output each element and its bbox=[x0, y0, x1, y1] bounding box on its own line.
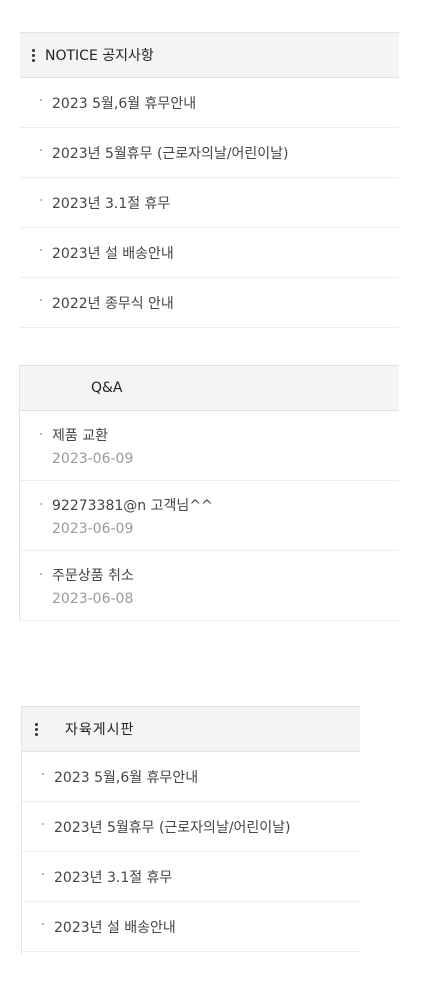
qna-board: Q&A 제품 교환 2023-06-09 92273381@n 고객님^^ 20… bbox=[19, 365, 399, 621]
qna-item-title[interactable]: 92273381@n 고객님^^ bbox=[52, 495, 213, 515]
kebab-menu-icon[interactable] bbox=[35, 722, 39, 736]
notice-item-title[interactable]: 2023년 설 배송안내 bbox=[52, 243, 174, 263]
qna-list-item[interactable]: 주문상품 취소 2023-06-08 bbox=[20, 551, 399, 621]
notice-list-item[interactable]: 2023년 설 배송안내 bbox=[20, 228, 399, 278]
bullet-dot-icon bbox=[40, 199, 42, 201]
free-board: 자육게시판 2023 5월,6월 휴무안내 2023년 5월휴무 (근로자의날/… bbox=[21, 706, 360, 954]
notice-item-title[interactable]: 2023년 5월휴무 (근로자의날/어린이날) bbox=[52, 143, 289, 163]
qna-item-title[interactable]: 제품 교환 bbox=[52, 425, 108, 445]
kebab-menu-icon[interactable] bbox=[32, 48, 36, 62]
free-item-title[interactable]: 2023년 3.1절 휴무 bbox=[54, 867, 172, 887]
notice-header[interactable]: NOTICE 공지사항 bbox=[20, 32, 399, 78]
qna-item-date: 2023-06-08 bbox=[52, 591, 134, 607]
bullet-dot-icon bbox=[40, 99, 42, 101]
bullet-dot-icon bbox=[42, 873, 44, 875]
free-item-title[interactable]: 2023 5월,6월 휴무안내 bbox=[54, 767, 198, 787]
notice-list-item[interactable]: 2023 5월,6월 휴무안내 bbox=[20, 78, 399, 128]
free-list-item[interactable]: 2023년 설 배송안내 bbox=[22, 902, 360, 952]
qna-list-item[interactable]: 92273381@n 고객님^^ 2023-06-09 bbox=[20, 481, 399, 551]
qna-item-date: 2023-06-09 bbox=[52, 451, 134, 467]
notice-item-title[interactable]: 2023 5월,6월 휴무안내 bbox=[52, 93, 196, 113]
notice-list-item[interactable]: 2023년 3.1절 휴무 bbox=[20, 178, 399, 228]
bullet-dot-icon bbox=[40, 149, 42, 151]
free-board-title[interactable]: 자육게시판 bbox=[65, 719, 134, 739]
qna-title[interactable]: Q&A bbox=[91, 380, 123, 396]
bullet-dot-icon bbox=[42, 823, 44, 825]
notice-list-item[interactable]: 2022년 종무식 안내 bbox=[20, 278, 399, 328]
free-list-item[interactable]: 2023년 3.1절 휴무 bbox=[22, 852, 360, 902]
bullet-dot-icon bbox=[40, 249, 42, 251]
qna-item-date: 2023-06-09 bbox=[52, 521, 134, 537]
bullet-dot-icon bbox=[40, 299, 42, 301]
bullet-dot-icon bbox=[42, 923, 44, 925]
qna-header[interactable]: Q&A bbox=[20, 365, 399, 411]
bullet-dot-icon bbox=[40, 503, 42, 505]
bullet-dot-icon bbox=[40, 573, 42, 575]
free-item-title[interactable]: 2023년 설 배송안내 bbox=[54, 917, 176, 937]
notice-title[interactable]: NOTICE 공지사항 bbox=[45, 45, 154, 65]
notice-list-item[interactable]: 2023년 5월휴무 (근로자의날/어린이날) bbox=[20, 128, 399, 178]
free-list-item[interactable]: 2023 5월,6월 휴무안내 bbox=[22, 752, 360, 802]
qna-list-item[interactable]: 제품 교환 2023-06-09 bbox=[20, 411, 399, 481]
bullet-dot-icon bbox=[40, 433, 42, 435]
notice-board: NOTICE 공지사항 2023 5월,6월 휴무안내 2023년 5월휴무 (… bbox=[20, 32, 399, 328]
qna-item-title[interactable]: 주문상품 취소 bbox=[52, 565, 134, 585]
free-list-item[interactable]: 2023년 5월휴무 (근로자의날/어린이날) bbox=[22, 802, 360, 852]
free-board-header[interactable]: 자육게시판 bbox=[22, 706, 360, 752]
free-item-title[interactable]: 2023년 5월휴무 (근로자의날/어린이날) bbox=[54, 817, 291, 837]
notice-item-title[interactable]: 2022년 종무식 안내 bbox=[52, 293, 174, 313]
bullet-dot-icon bbox=[42, 773, 44, 775]
notice-item-title[interactable]: 2023년 3.1절 휴무 bbox=[52, 193, 170, 213]
